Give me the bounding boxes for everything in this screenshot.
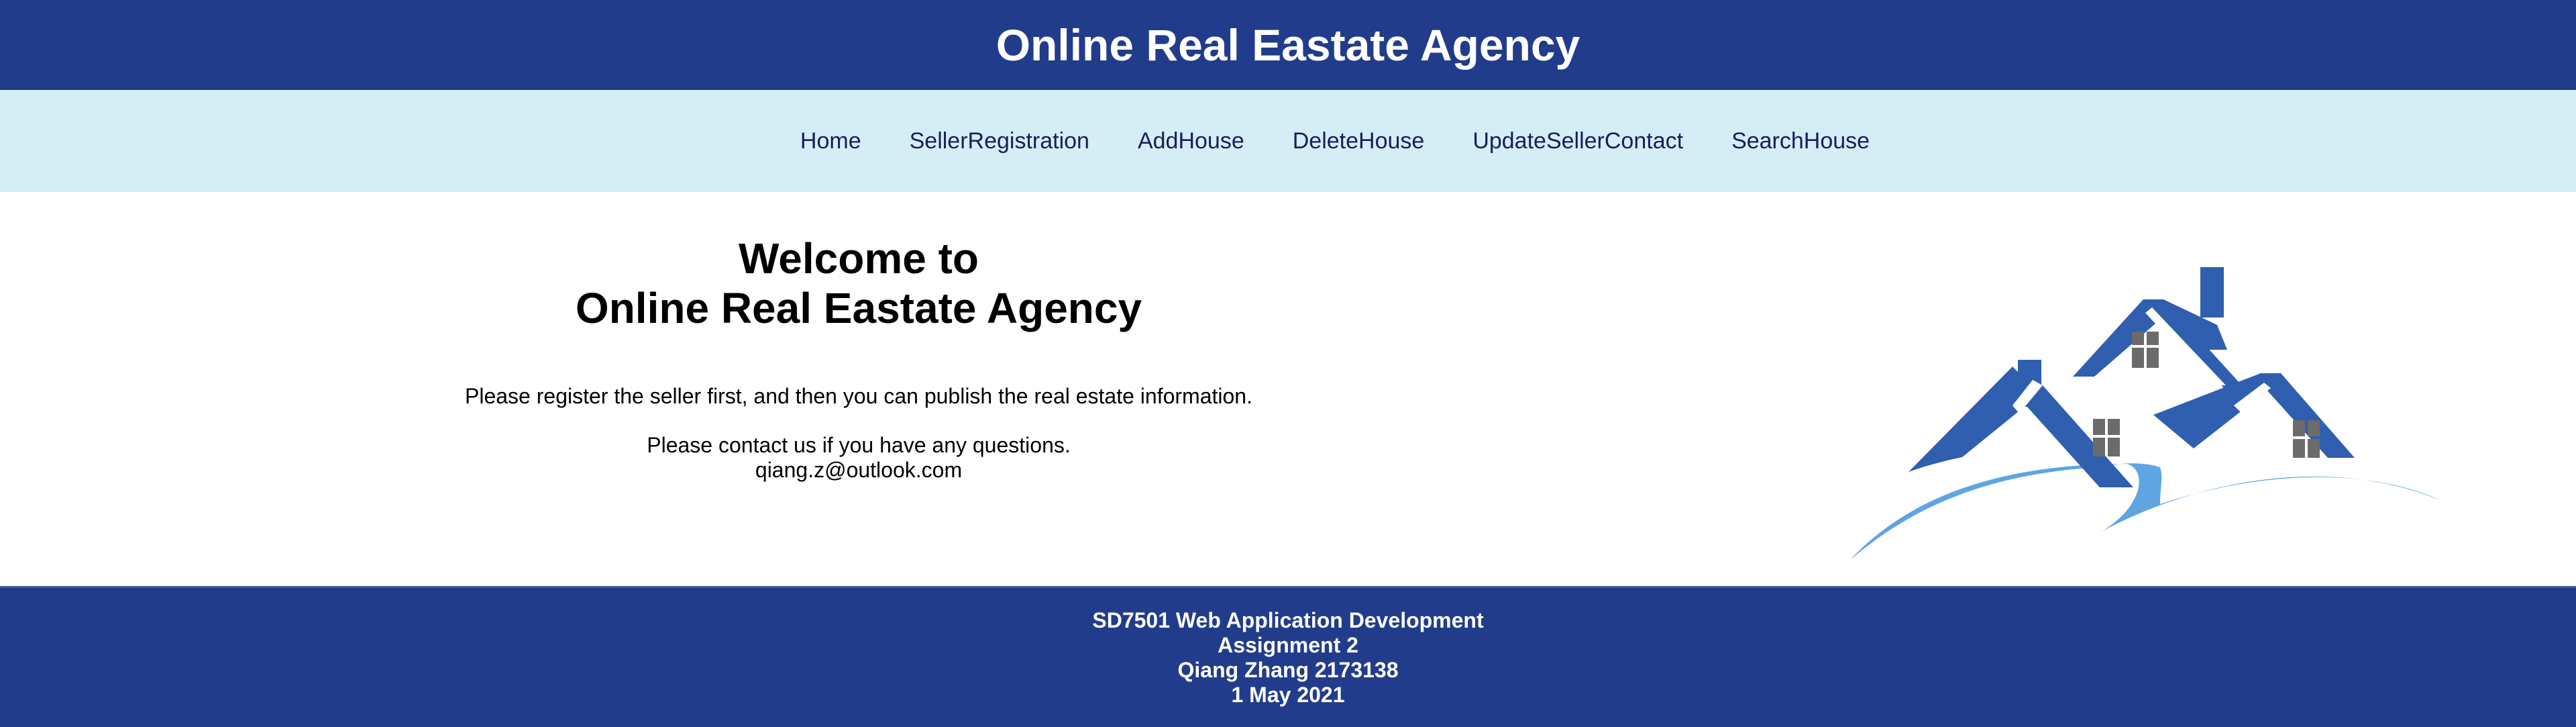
main-nav: Home SellerRegistration AddHouse DeleteH… (0, 90, 2576, 192)
nav-item-seller-registration: SellerRegistration (885, 121, 1114, 161)
nav-link-seller-registration[interactable]: SellerRegistration (885, 121, 1114, 161)
contact-text: Please contact us if you have any questi… (389, 433, 1328, 483)
window-top (2132, 332, 2159, 368)
nav-item-delete-house: DeleteHouse (1269, 121, 1449, 161)
chimney-top (2200, 267, 2224, 318)
contact-email: qiang.z@outlook.com (755, 458, 963, 482)
wave-swoosh (1850, 463, 2442, 560)
nav-list: Home SellerRegistration AddHouse DeleteH… (776, 121, 1894, 161)
footer-date: 1 May 2021 (1231, 683, 1345, 707)
site-title: Online Real Eastate Agency (996, 20, 1580, 70)
welcome-line-2: Online Real Eastate Agency (575, 284, 1142, 332)
house-roofs-logo-icon (1845, 232, 2449, 568)
footer-assignment: Assignment 2 (1218, 633, 1358, 657)
nav-item-update-seller-contact: UpdateSellerContact (1448, 121, 1707, 161)
nav-link-add-house[interactable]: AddHouse (1114, 121, 1269, 161)
site-header: Online Real Eastate Agency (0, 0, 2576, 90)
intro-text: Please register the seller first, and th… (465, 384, 1252, 408)
site-footer: SD7501 Web Application Development Assig… (0, 586, 2576, 727)
nav-link-delete-house[interactable]: DeleteHouse (1269, 121, 1449, 161)
nav-item-search-house: SearchHouse (1707, 121, 1894, 161)
window-left (2093, 419, 2120, 456)
roof-right (2153, 373, 2355, 458)
welcome-heading: Welcome to Online Real Eastate Agency (389, 234, 1328, 333)
nav-link-search-house[interactable]: SearchHouse (1707, 121, 1894, 161)
nav-link-home[interactable]: Home (776, 121, 885, 161)
nav-item-home: Home (776, 121, 885, 161)
footer-course: SD7501 Web Application Development (1092, 608, 1484, 632)
nav-link-update-seller-contact[interactable]: UpdateSellerContact (1448, 121, 1707, 161)
footer-author: Qiang Zhang 2173138 (1177, 658, 1399, 682)
logo-svg (1850, 267, 2442, 560)
welcome-section: Welcome to Online Real Eastate Agency Pl… (389, 234, 1328, 483)
welcome-line-1: Welcome to (739, 234, 979, 283)
main-content: Welcome to Online Real Eastate Agency Pl… (0, 192, 2576, 586)
nav-item-add-house: AddHouse (1114, 121, 1269, 161)
contact-line: Please contact us if you have any questi… (647, 433, 1071, 457)
